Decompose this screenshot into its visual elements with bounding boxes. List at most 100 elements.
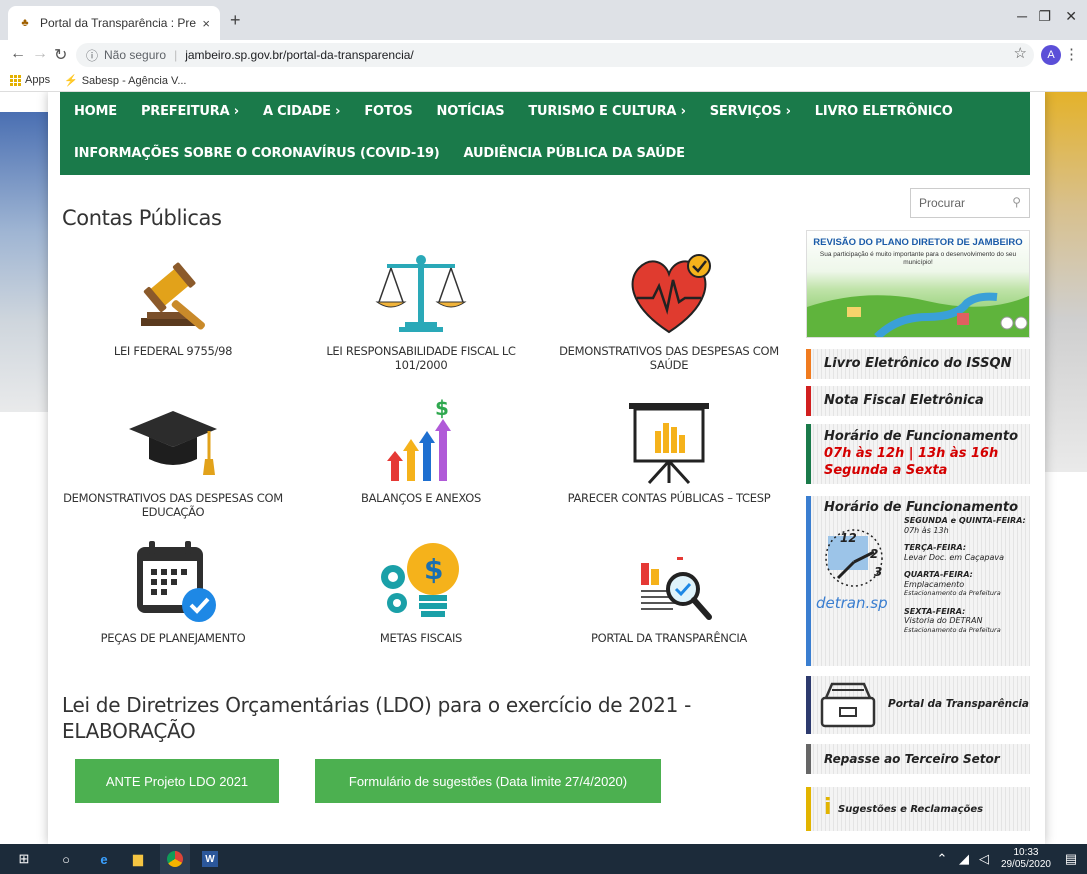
url-text: jambeiro.sp.gov.br/portal-da-transparenc…	[185, 48, 414, 62]
repasse-label: Repasse ao Terceiro Setor	[824, 752, 1000, 766]
sugestoes-label: Sugestões e Reclamações	[838, 804, 984, 815]
portal-label: Portal da Transparência	[888, 698, 1029, 710]
search-input[interactable]: Procurar ⚲	[910, 188, 1030, 218]
back-icon[interactable]: ←	[10, 45, 26, 63]
ldo-draft-button[interactable]: ANTE Projeto LDO 2021	[75, 759, 279, 803]
profile-avatar[interactable]: A	[1041, 45, 1061, 65]
nfe-label: Nota Fiscal Eletrônica	[824, 393, 984, 408]
clock-time: 10:33	[1013, 847, 1039, 858]
item-label: LEI FEDERAL 9755/98	[113, 344, 233, 358]
issqn-link[interactable]: Livro Eletrônico do ISSQN	[806, 349, 1030, 379]
nav-servicos[interactable]: SERVIÇOS ›	[710, 104, 791, 119]
nav-covid[interactable]: INFORMAÇÕES SOBRE O CORONAVÍRUS (COVID-1…	[74, 146, 440, 161]
calendar-check-icon	[123, 537, 223, 627]
item-balancos[interactable]: $ BALANÇOS E ANEXOS	[306, 396, 536, 505]
horario-box: Horário de Funcionamento 07h às 12h | 13…	[806, 424, 1030, 484]
site-favicon-icon: ♣	[21, 17, 29, 29]
schedule-day: SEGUNDA e QUINTA-FEIRA:	[904, 516, 1026, 525]
nav-home[interactable]: HOME	[74, 104, 117, 119]
cortana-search-icon[interactable]: ○	[58, 851, 74, 867]
schedule-day: QUARTA-FEIRA:	[904, 570, 973, 579]
browser-tab-strip: ♣ Portal da Transparência : Prefeitu × +…	[0, 0, 1087, 40]
omnibox-divider: |	[174, 48, 178, 62]
item-educacao[interactable]: DEMONSTRATIVOS DAS DESPESAS COM EDUCAÇÃO	[58, 397, 288, 519]
network-icon[interactable]: ◢	[956, 851, 972, 867]
item-metas[interactable]: $ METAS FISCAIS	[306, 537, 536, 645]
bookmark-sabesp[interactable]: ⚡ Sabesp - Agência V...	[64, 74, 187, 88]
svg-text:$: $	[435, 397, 449, 420]
tab-title: Portal da Transparência : Prefeitu	[40, 16, 197, 30]
word-icon[interactable]: W	[202, 851, 218, 867]
accent-bar	[806, 744, 811, 774]
forward-icon[interactable]: →	[32, 45, 48, 63]
item-lrf[interactable]: LEI RESPONSABILIDADE FISCAL LC 101/2000	[306, 250, 536, 372]
search-icon[interactable]: ⚲	[1012, 195, 1021, 209]
page-title: Contas Públicas	[62, 206, 222, 230]
notifications-icon[interactable]: ▤	[1063, 851, 1079, 867]
svg-text:$: $	[424, 553, 443, 586]
search-placeholder: Procurar	[919, 196, 966, 210]
nav-livro-eletronico[interactable]: LIVRO ELETRÔNICO	[815, 104, 953, 119]
portal-transparencia-link[interactable]: Portal da Transparência	[806, 676, 1030, 734]
restore-icon[interactable]: ❐	[1038, 8, 1051, 25]
bookmark-star-icon[interactable]: ☆	[1014, 44, 1027, 62]
bookmark-apps[interactable]: Apps	[10, 74, 50, 86]
item-saude[interactable]: DEMONSTRATIVOS DAS DESPESAS COM SAÚDE	[554, 250, 784, 372]
browser-tab[interactable]: ♣ Portal da Transparência : Prefeitu ×	[8, 6, 220, 40]
page-container: HOME PREFEITURA › A CIDADE › FOTOS NOTÍC…	[48, 92, 1045, 844]
lightbulb-money-icon: $	[371, 537, 471, 627]
issqn-label: Livro Eletrônico do ISSQN	[824, 356, 1012, 371]
nav-a-cidade[interactable]: A CIDADE ›	[263, 104, 341, 119]
bookmark-label: Sabesp - Agência V...	[81, 74, 187, 87]
chrome-icon[interactable]	[160, 844, 190, 874]
suggestions-form-button[interactable]: Formulário de sugestões (Data limite 27/…	[315, 759, 661, 803]
nav-noticias[interactable]: NOTÍCIAS	[437, 104, 505, 119]
file-explorer-icon[interactable]: ▆	[130, 851, 146, 867]
nav-fotos[interactable]: FOTOS	[364, 104, 412, 119]
item-label: LEI RESPONSABILIDADE FISCAL LC 101/2000	[326, 344, 516, 372]
report-magnifier-icon	[619, 537, 719, 627]
info-icon: i	[824, 795, 832, 820]
sabesp-icon: ⚡	[64, 75, 78, 87]
accent-bar	[806, 386, 811, 416]
schedule-info: 07h às 13h	[904, 525, 949, 535]
item-label: DEMONSTRATIVOS DAS DESPESAS COM SAÚDE	[559, 344, 779, 372]
volume-icon[interactable]: ◁	[976, 851, 992, 867]
address-bar[interactable]: ⓘ Não seguro | jambeiro.sp.gov.br/portal…	[76, 43, 1034, 67]
item-planejamento[interactable]: PEÇAS DE PLANEJAMENTO	[58, 537, 288, 645]
repasse-link[interactable]: Repasse ao Terceiro Setor	[806, 744, 1030, 774]
tray-chevron-icon[interactable]: ⌃	[934, 851, 950, 867]
item-label: PORTAL DA TRANSPARÊNCIA	[590, 631, 747, 645]
growth-arrows-icon: $	[371, 396, 471, 487]
info-icon[interactable]: ⓘ	[86, 47, 98, 64]
bookmarks-bar: Apps ⚡ Sabesp - Agência V...	[0, 70, 1087, 92]
new-tab-button[interactable]: +	[230, 10, 241, 31]
item-label: METAS FISCAIS	[379, 631, 463, 645]
nav-audiencia[interactable]: AUDIÊNCIA PÚBLICA DA SAÚDE	[464, 146, 685, 161]
menu-kebab-icon[interactable]: ⋮	[1064, 45, 1079, 63]
nav-prefeitura[interactable]: PREFEITURA ›	[141, 104, 239, 119]
item-lei-federal[interactable]: LEI FEDERAL 9755/98	[58, 250, 288, 358]
item-label: PARECER CONTAS PÚBLICAS – TCESP	[567, 491, 771, 505]
graduation-cap-icon	[123, 397, 223, 487]
presentation-board-icon	[619, 397, 719, 487]
reload-icon[interactable]: ↻	[54, 45, 67, 65]
schedule-info: Levar Doc. em Caçapava	[904, 552, 1005, 562]
tab-close-icon[interactable]: ×	[202, 16, 210, 31]
nfe-link[interactable]: Nota Fiscal Eletrônica	[806, 386, 1030, 416]
window-close-icon[interactable]: ✕	[1065, 8, 1077, 25]
sugestoes-link[interactable]: i Sugestões e Reclamações	[806, 787, 1030, 831]
system-clock[interactable]: 10:33 29/05/2020	[1001, 847, 1051, 871]
nav-turismo[interactable]: TURISMO E CULTURA ›	[528, 104, 686, 119]
scales-icon	[371, 250, 471, 340]
edge-icon[interactable]: e	[96, 851, 112, 867]
accent-bar	[806, 787, 811, 831]
minimize-icon[interactable]: ─	[1017, 8, 1027, 24]
item-portal[interactable]: PORTAL DA TRANSPARÊNCIA	[554, 537, 784, 645]
windows-start-icon[interactable]: ⊞	[16, 851, 32, 867]
accent-bar	[806, 349, 811, 379]
item-parecer[interactable]: PARECER CONTAS PÚBLICAS – TCESP	[554, 397, 784, 505]
plano-diretor-banner[interactable]: REVISÃO DO PLANO DIRETOR DE JAMBEIRO Sua…	[806, 230, 1030, 338]
nav-row-1: HOME PREFEITURA › A CIDADE › FOTOS NOTÍC…	[74, 104, 953, 119]
detran-box[interactable]: Horário de Funcionamento 12 2 3 detran.s…	[806, 496, 1030, 666]
